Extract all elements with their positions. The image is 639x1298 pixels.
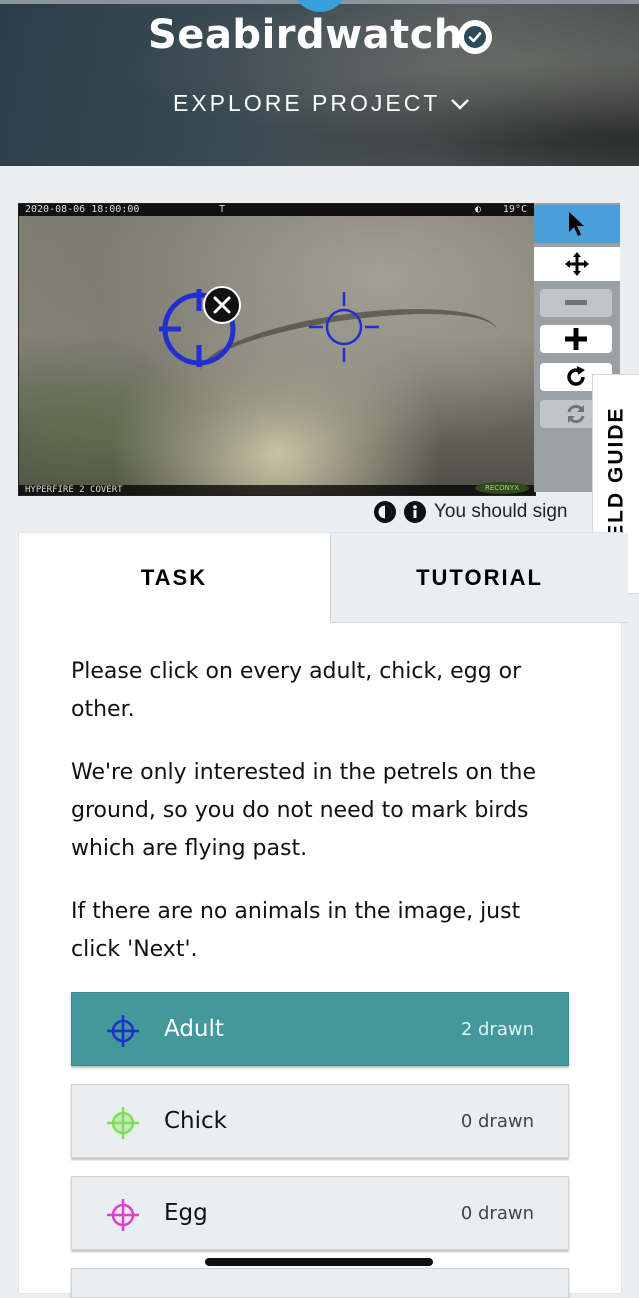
crosshair-icon <box>107 1107 139 1139</box>
answer-chick[interactable]: Chick 0 drawn <box>71 1084 569 1158</box>
zoom-in-icon <box>565 328 587 350</box>
camera-timestamp: 2020-08-06 18:00:00 <box>25 204 140 215</box>
camera-info-bar: 2020-08-06 18:00:00 T ◐ 19°C <box>19 204 535 216</box>
explore-project-menu[interactable]: EXPLORE PROJECT <box>173 90 470 117</box>
reset-icon <box>567 404 585 424</box>
move-tool-button[interactable] <box>534 247 620 281</box>
project-header: Seabirdwatch EXPLORE PROJECT <box>0 0 639 166</box>
zoom-in-button[interactable] <box>540 325 612 353</box>
camera-model-bar: HYPERFIRE 2 COVERT <box>19 485 535 495</box>
invert-colors-icon[interactable] <box>374 501 396 523</box>
task-instructions: Please click on every adult, chick, egg … <box>71 653 571 994</box>
rotate-icon <box>567 366 585 386</box>
camera-temperature: 19°C <box>502 204 527 215</box>
answer-count: 0 drawn <box>460 1110 534 1132</box>
task-panel: TASK TUTORIAL Please click on every adul… <box>18 532 628 1298</box>
pointer-icon <box>569 212 584 236</box>
answer-adult[interactable]: Adult 2 drawn <box>71 992 569 1066</box>
adult-marker-2[interactable] <box>309 292 379 362</box>
home-indicator <box>205 1258 433 1266</box>
subject-image-viewer[interactable]: 2020-08-06 18:00:00 T ◐ 19°C HYPERFIRE 2… <box>18 203 536 496</box>
explore-project-label: EXPLORE PROJECT <box>173 90 441 116</box>
moon-phase-icon: ◐ <box>474 204 481 215</box>
project-title[interactable]: Seabirdwatch <box>148 12 463 58</box>
camera-model: HYPERFIRE 2 COVERT <box>25 485 123 495</box>
chevron-down-icon <box>451 98 470 110</box>
instruction-paragraph-3: If there are no animals in the image, ju… <box>71 899 521 962</box>
answer-other[interactable] <box>71 1268 569 1298</box>
close-icon <box>213 296 231 314</box>
answer-count: 0 drawn <box>460 1202 534 1224</box>
instruction-paragraph-2: We're only interested in the petrels on … <box>71 760 536 861</box>
answer-egg[interactable]: Egg 0 drawn <box>71 1176 569 1250</box>
tab-tutorial[interactable]: TUTORIAL <box>330 533 628 623</box>
answer-label: Egg <box>164 1200 208 1226</box>
verified-badge-icon <box>458 20 492 54</box>
crosshair-icon <box>107 1199 139 1231</box>
zoom-out-button[interactable] <box>540 289 612 317</box>
info-icon[interactable] <box>404 501 426 523</box>
camera-flag: T <box>219 204 226 215</box>
answer-count: 2 drawn <box>460 1018 534 1040</box>
reconyx-logo: RECONYX <box>475 482 529 494</box>
crosshair-icon <box>107 1015 139 1047</box>
project-avatar[interactable] <box>292 0 348 12</box>
tab-task[interactable]: TASK <box>19 533 329 623</box>
instruction-paragraph-1: Please click on every adult, chick, egg … <box>71 659 522 722</box>
answer-label: Chick <box>164 1108 227 1134</box>
subject-meta-row: You should sign <box>374 498 567 526</box>
move-icon <box>565 252 589 276</box>
annotate-tool-button[interactable] <box>534 205 620 243</box>
zoom-out-icon <box>565 300 587 305</box>
delete-marker-button[interactable] <box>203 286 241 324</box>
answer-label: Adult <box>164 1016 224 1042</box>
camera-trap-photo[interactable] <box>19 204 535 495</box>
sign-in-notice[interactable]: You should sign <box>434 501 567 523</box>
